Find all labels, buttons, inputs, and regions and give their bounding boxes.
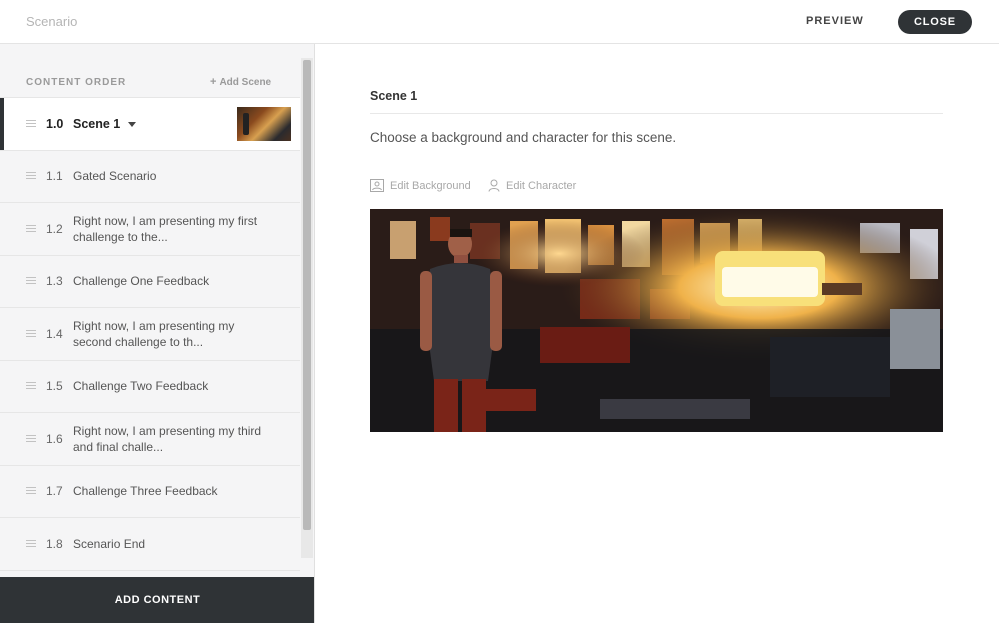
sidebar-header: CONTENT ORDER + Add Scene [0, 44, 300, 98]
sidebar-scrollbar[interactable] [301, 58, 313, 558]
list-item[interactable]: 1.2 Right now, I am presenting my first … [0, 203, 300, 256]
scene-background-illustration [370, 209, 943, 432]
drag-handle-icon[interactable] [26, 277, 36, 285]
item-number: 1.5 [46, 379, 63, 394]
list-item[interactable]: 1.7 Challenge Three Feedback [0, 466, 300, 518]
item-label: Challenge One Feedback [73, 274, 210, 289]
close-button[interactable]: CLOSE [898, 10, 972, 34]
item-number: 1.7 [46, 484, 63, 499]
item-number: 1.4 [46, 326, 63, 341]
item-number: 1.6 [46, 431, 63, 446]
item-number: 1.8 [46, 536, 63, 551]
image-icon [370, 179, 384, 192]
edit-background-button[interactable]: Edit Background [370, 179, 471, 192]
drag-handle-icon[interactable] [26, 487, 36, 495]
item-number: 1.1 [46, 169, 63, 184]
item-label: Challenge Three Feedback [73, 484, 218, 499]
preview-button[interactable]: PREVIEW [806, 15, 864, 27]
list-item[interactable]: 1.4 Right now, I am presenting my second… [0, 308, 300, 361]
scene-editor: Scene 1 Choose a background and characte… [316, 45, 999, 623]
plus-icon: + [210, 76, 217, 88]
edit-character-button[interactable]: Edit Character [488, 179, 576, 192]
list-item[interactable]: 1.3 Challenge One Feedback [0, 256, 300, 308]
list-item-scene-1[interactable]: 1.0 Scene 1 [0, 98, 300, 151]
list-item[interactable]: 1.1 Gated Scenario [0, 151, 300, 203]
person-icon [488, 179, 500, 192]
scene-thumbnail[interactable] [237, 107, 291, 141]
item-number: 1.3 [46, 274, 63, 289]
edit-character-label: Edit Character [506, 180, 577, 192]
top-bar: Scenario PREVIEW CLOSE [0, 0, 999, 44]
edit-background-label: Edit Background [390, 180, 471, 192]
scene-title: Scene 1 [370, 89, 418, 103]
item-number: 1.0 [46, 116, 64, 131]
add-content-button[interactable]: ADD CONTENT [0, 577, 314, 623]
caret-down-icon[interactable] [128, 121, 137, 127]
divider [370, 113, 943, 114]
add-scene-label: Add Scene [219, 77, 272, 88]
scene-description: Choose a background and character for th… [370, 130, 677, 145]
active-indicator [0, 98, 4, 150]
content-order-heading: CONTENT ORDER [26, 77, 127, 88]
item-label: Scenario End [73, 536, 146, 551]
list-item[interactable]: 1.8 Scenario End [0, 518, 300, 571]
list-item[interactable]: 1.6 Right now, I am presenting my third … [0, 413, 300, 466]
item-label: Challenge Two Feedback [73, 379, 209, 394]
scrollbar-thumb[interactable] [303, 60, 311, 530]
drag-handle-icon[interactable] [26, 329, 36, 338]
item-number: 1.2 [46, 221, 63, 236]
drag-handle-icon[interactable] [26, 539, 36, 548]
drag-handle-icon[interactable] [26, 434, 36, 443]
item-label: Right now, I am presenting my second cha… [73, 318, 235, 349]
list-item[interactable]: 1.5 Challenge Two Feedback [0, 361, 300, 413]
item-label: Right now, I am presenting my first chal… [73, 213, 258, 244]
drag-handle-icon[interactable] [26, 224, 36, 233]
drag-handle-icon[interactable] [26, 172, 36, 180]
app-title: Scenario [26, 14, 78, 29]
drag-handle-icon[interactable] [26, 382, 36, 390]
sidebar: CONTENT ORDER + Add Scene 1.0 Scene 1 1.1… [0, 44, 315, 623]
drag-handle-icon[interactable] [26, 119, 36, 128]
add-scene-button[interactable]: + Add Scene [210, 76, 271, 88]
content-list: 1.0 Scene 1 1.1 Gated Scenario 1.2 Right… [0, 98, 300, 571]
scene-preview-image[interactable] [370, 209, 943, 432]
item-label: Gated Scenario [73, 169, 157, 184]
item-label: Right now, I am presenting my third and … [73, 423, 262, 454]
